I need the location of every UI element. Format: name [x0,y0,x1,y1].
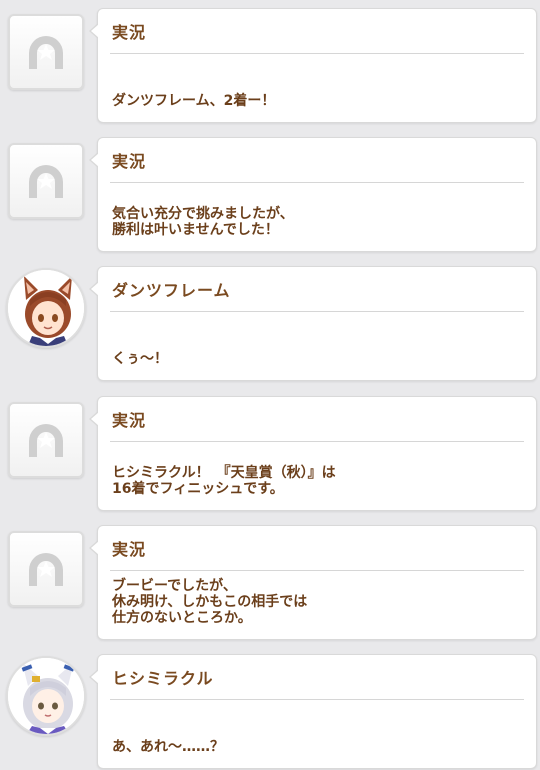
speaker-name: 実況 [112,152,147,171]
horseshoe-icon [29,424,63,457]
horseshoe-icon [29,36,63,69]
divider [110,570,524,571]
speaker-name: 実況 [112,540,147,559]
log-entry: 実況 ヒシミラクル！ 『天皇賞（秋）』は 16着でフィニッシュです。 [0,396,540,521]
message-bubble: 実況 ブービーでしたが、 休み明け、しかもこの相手では 仕方のないところか。 [89,525,537,640]
divider [110,441,524,442]
announcer-avatar [8,531,84,607]
log-entry: 実況 ブービーでしたが、 休み明け、しかもこの相手では 仕方のないところか。 [0,525,540,650]
message-text: 気合い充分で挑みましたが、 勝利は叶いませんでした！ [112,206,294,238]
dialogue-log: 実況 ダンツフレーム、2着ー！ 実況 気合い充分で挑みましたが、 勝利は叶いませ… [0,0,540,770]
character-avatar [6,268,86,348]
message-bubble: 実況 気合い充分で挑みましたが、 勝利は叶いませんでした！ [89,137,537,252]
horseshoe-icon [29,165,63,198]
character-portrait [8,270,84,346]
message-bubble: ダンツフレーム くぅ～！ [89,266,537,381]
divider [110,182,524,183]
horseshoe-icon [29,553,63,586]
speaker-name: ヒシミラクル [112,669,214,688]
divider [110,699,524,700]
divider [110,311,524,312]
message-text: ヒシミラクル！ 『天皇賞（秋）』は 16着でフィニッシュです。 [112,465,336,497]
message-text: ダンツフレーム、2着ー！ [112,93,276,109]
speaker-name: 実況 [112,23,147,42]
announcer-avatar [8,14,84,90]
log-entry: ダンツフレーム くぅ～！ [0,266,540,391]
message-bubble: ヒシミラクル あ、あれ～……？ [89,654,537,769]
divider [110,53,524,54]
message-bubble: 実況 ダンツフレーム、2着ー！ [89,8,537,123]
announcer-avatar [8,143,84,219]
message-text: ブービーでしたが、 休み明け、しかもこの相手では 仕方のないところか。 [112,578,308,626]
character-avatar [6,656,86,736]
log-entry: ヒシミラクル あ、あれ～……？ [0,654,540,770]
log-entry: 実況 気合い充分で挑みましたが、 勝利は叶いませんでした！ [0,137,540,262]
character-portrait [8,658,84,734]
log-entry: 実況 ダンツフレーム、2着ー！ [0,8,540,133]
speaker-name: ダンツフレーム [112,281,231,300]
message-text: くぅ～！ [112,351,168,367]
message-text: あ、あれ～……？ [112,739,224,755]
announcer-avatar [8,402,84,478]
speaker-name: 実況 [112,411,147,430]
message-bubble: 実況 ヒシミラクル！ 『天皇賞（秋）』は 16着でフィニッシュです。 [89,396,537,511]
